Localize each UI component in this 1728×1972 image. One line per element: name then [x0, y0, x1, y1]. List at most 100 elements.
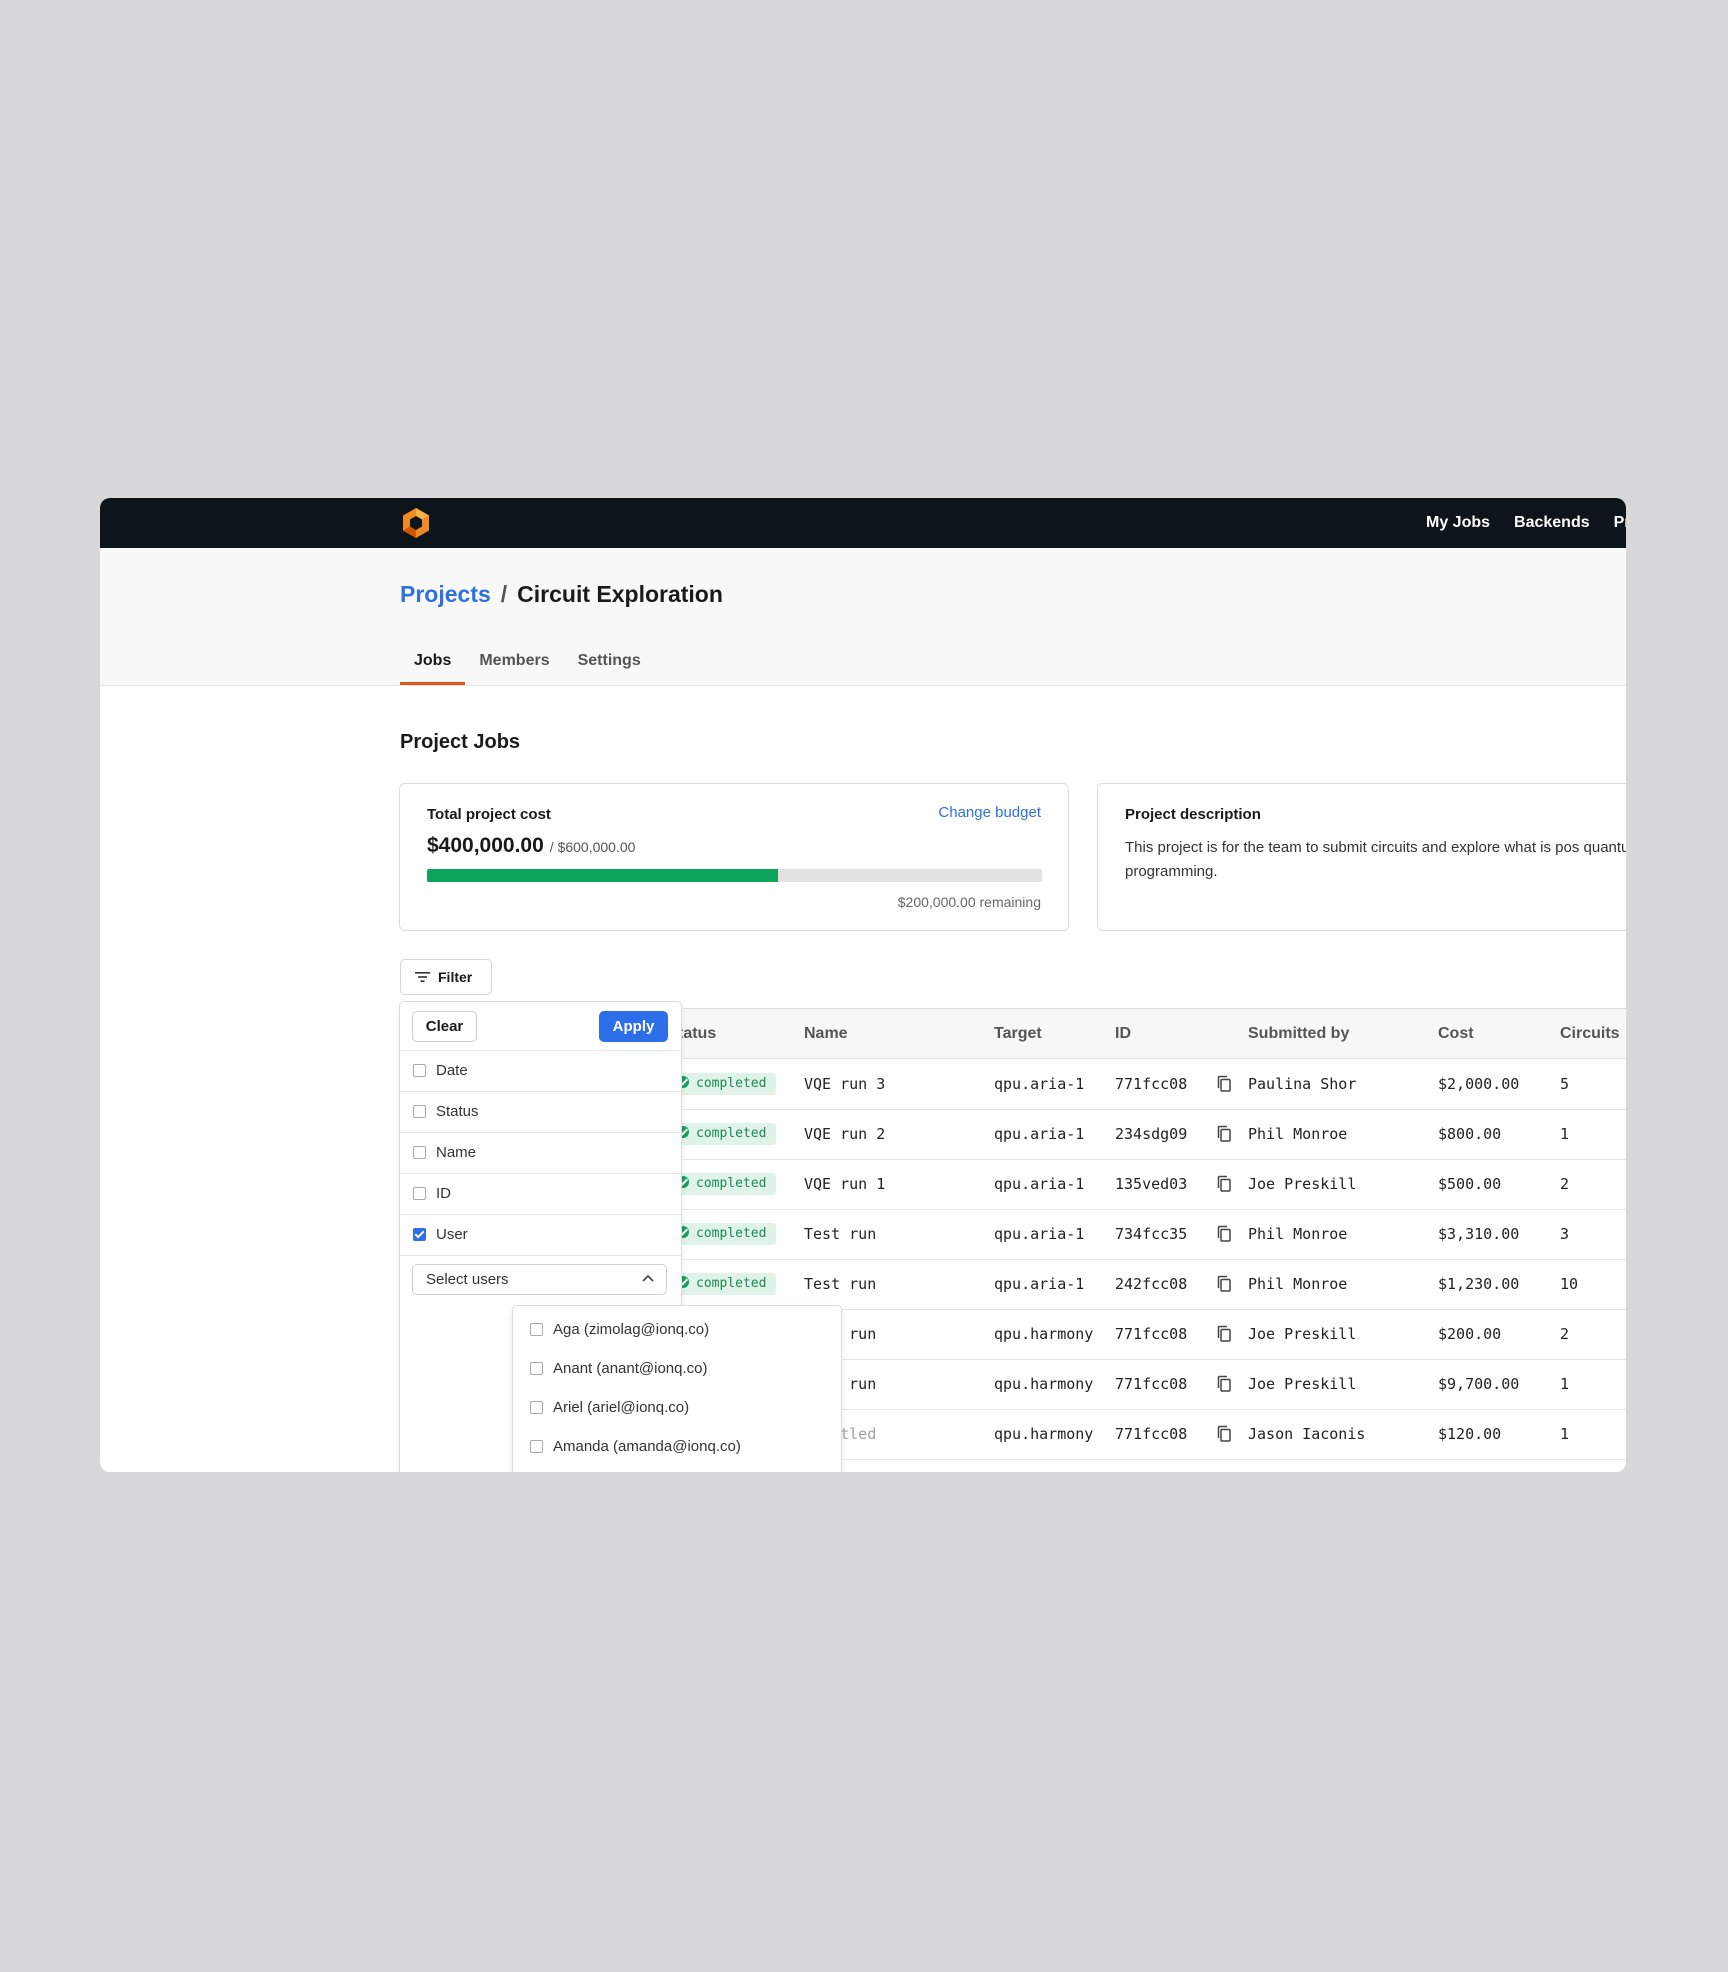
cell-name: VQE run 3: [804, 1075, 886, 1093]
cell-target: qpu.harmony: [994, 1425, 1094, 1443]
cell-cost: $200.00: [1438, 1325, 1502, 1343]
copy-icon[interactable]: [1216, 1125, 1233, 1143]
cost-budget: / $600,000.00: [549, 839, 636, 855]
cost-amount: $400,000.00 / $600,000.00: [427, 834, 635, 858]
cell-target: qpu.aria-1: [994, 1225, 1085, 1243]
select-users-placeholder: Select users: [426, 1271, 509, 1288]
nav-backends[interactable]: Backends: [1514, 514, 1590, 532]
cell-id: 242fcc08: [1115, 1275, 1188, 1293]
top-nav-links: My Jobs Backends Pr: [1426, 498, 1626, 548]
status-badge: completed: [672, 1073, 777, 1095]
user-option[interactable]: Amanda (amanda@ionq.co): [513, 1427, 841, 1466]
top-navbar: My Jobs Backends Pr: [100, 498, 1626, 548]
filter-option-label: Date: [436, 1062, 468, 1079]
cell-target: qpu.aria-1: [994, 1075, 1085, 1093]
cell-cost: $800.00: [1438, 1125, 1502, 1143]
cell-name: VQE run 2: [804, 1125, 886, 1143]
checkbox[interactable]: [530, 1362, 543, 1375]
ionq-logo-icon[interactable]: [399, 506, 433, 540]
checkbox[interactable]: [413, 1064, 426, 1077]
header-target[interactable]: Target: [994, 1009, 1042, 1058]
status-badge: completed: [672, 1173, 777, 1195]
header-status[interactable]: tatus: [678, 1009, 716, 1058]
chevron-up-icon: [642, 1274, 654, 1282]
nav-my-jobs[interactable]: My Jobs: [1426, 514, 1490, 532]
filter-panel-actions: Clear Apply: [400, 1002, 681, 1051]
cell-circuits: 1: [1560, 1425, 1570, 1443]
user-option[interactable]: Aga (zimolag@ionq.co): [513, 1310, 841, 1349]
copy-icon[interactable]: [1216, 1325, 1233, 1343]
filter-button[interactable]: Filter: [400, 959, 492, 995]
tab-members[interactable]: Members: [465, 642, 563, 685]
filter-option-date[interactable]: Date: [400, 1050, 681, 1092]
description-text: This project is for the team to submit c…: [1125, 839, 1626, 880]
checkbox[interactable]: [530, 1440, 543, 1453]
header-cost[interactable]: Cost: [1438, 1009, 1474, 1058]
cell-name: Test run: [804, 1275, 877, 1293]
page-header: Projects / Circuit Exploration Jobs Member…: [100, 548, 1626, 686]
cell-target: qpu.aria-1: [994, 1125, 1085, 1143]
checkbox[interactable]: [413, 1187, 426, 1200]
change-budget-link[interactable]: Change budget: [938, 804, 1041, 821]
copy-icon[interactable]: [1216, 1175, 1233, 1193]
checkbox[interactable]: [530, 1323, 543, 1336]
nav-projects[interactable]: Pr: [1614, 514, 1626, 532]
breadcrumb-projects-link[interactable]: Projects: [400, 581, 491, 607]
copy-icon[interactable]: [1216, 1425, 1233, 1443]
users-dropdown-menu: Aga (zimolag@ionq.co) Anant (anant@ionq.c…: [512, 1305, 842, 1472]
tab-settings[interactable]: Settings: [564, 642, 655, 685]
apply-button[interactable]: Apply: [599, 1011, 668, 1042]
cell-cost: $9,700.00: [1438, 1375, 1520, 1393]
status-text: completed: [696, 1126, 767, 1141]
budget-progress-fill: [427, 869, 779, 882]
copy-icon[interactable]: [1216, 1225, 1233, 1243]
user-option-label: Amanda (amanda@ionq.co): [553, 1438, 741, 1455]
header-name[interactable]: Name: [804, 1009, 848, 1058]
user-option[interactable]: Anant (anant@ionq.co): [513, 1349, 841, 1388]
copy-icon[interactable]: [1216, 1075, 1233, 1093]
header-submitted-by[interactable]: Submitted by: [1248, 1009, 1349, 1058]
status-badge: completed: [672, 1223, 777, 1245]
filter-button-label: Filter: [438, 969, 473, 985]
select-users-dropdown[interactable]: Select users: [412, 1264, 667, 1295]
filter-option-label: ID: [436, 1185, 451, 1202]
header-id[interactable]: ID: [1115, 1009, 1131, 1058]
filter-option-user[interactable]: User: [400, 1214, 681, 1256]
cell-circuits: 3: [1560, 1225, 1570, 1243]
budget-remaining: $200,000.00 remaining: [897, 894, 1041, 910]
status-text: completed: [696, 1076, 767, 1091]
cell-cost: $2,000.00: [1438, 1075, 1520, 1093]
filter-option-id[interactable]: ID: [400, 1173, 681, 1215]
breadcrumb-separator: /: [500, 581, 508, 607]
filter-option-name[interactable]: Name: [400, 1132, 681, 1174]
copy-icon[interactable]: [1216, 1375, 1233, 1393]
budget-progress-bar: [427, 869, 1042, 882]
checkbox[interactable]: [413, 1146, 426, 1159]
cell-target: qpu.harmony: [994, 1375, 1094, 1393]
header-circuits[interactable]: Circuits: [1560, 1009, 1620, 1058]
user-option[interactable]: Ariel (ariel@ionq.co): [513, 1388, 841, 1427]
cell-submitted-by: Joe Preskill: [1248, 1375, 1357, 1393]
checkbox[interactable]: [413, 1228, 426, 1241]
cell-submitted-by: Phil Monroe: [1248, 1225, 1348, 1243]
tab-jobs[interactable]: Jobs: [400, 642, 466, 685]
copy-icon[interactable]: [1216, 1275, 1233, 1293]
cell-cost: $500.00: [1438, 1175, 1502, 1193]
status-text: completed: [696, 1276, 767, 1291]
checkbox[interactable]: [530, 1401, 543, 1414]
user-option-label: Anant (anant@ionq.co): [553, 1360, 708, 1377]
app-window: My Jobs Backends Pr Projects / Circuit Exp…: [100, 498, 1626, 1472]
cell-cost: $3,310.00: [1438, 1225, 1520, 1243]
cell-submitted-by: Joe Preskill: [1248, 1175, 1357, 1193]
cell-id: 771fcc08: [1115, 1325, 1188, 1343]
description-label: Project description: [1125, 806, 1261, 823]
cell-id: 771fcc08: [1115, 1075, 1188, 1093]
project-tabs: Jobs Members Settings: [400, 642, 655, 685]
clear-button[interactable]: Clear: [412, 1011, 477, 1042]
cell-target: qpu.harmony: [994, 1325, 1094, 1343]
checkbox[interactable]: [413, 1105, 426, 1118]
cell-submitted-by: Joe Preskill: [1248, 1325, 1357, 1343]
cell-cost: $120.00: [1438, 1425, 1502, 1443]
filter-option-status[interactable]: Status: [400, 1091, 681, 1133]
cell-id: 135ved03: [1115, 1175, 1188, 1193]
